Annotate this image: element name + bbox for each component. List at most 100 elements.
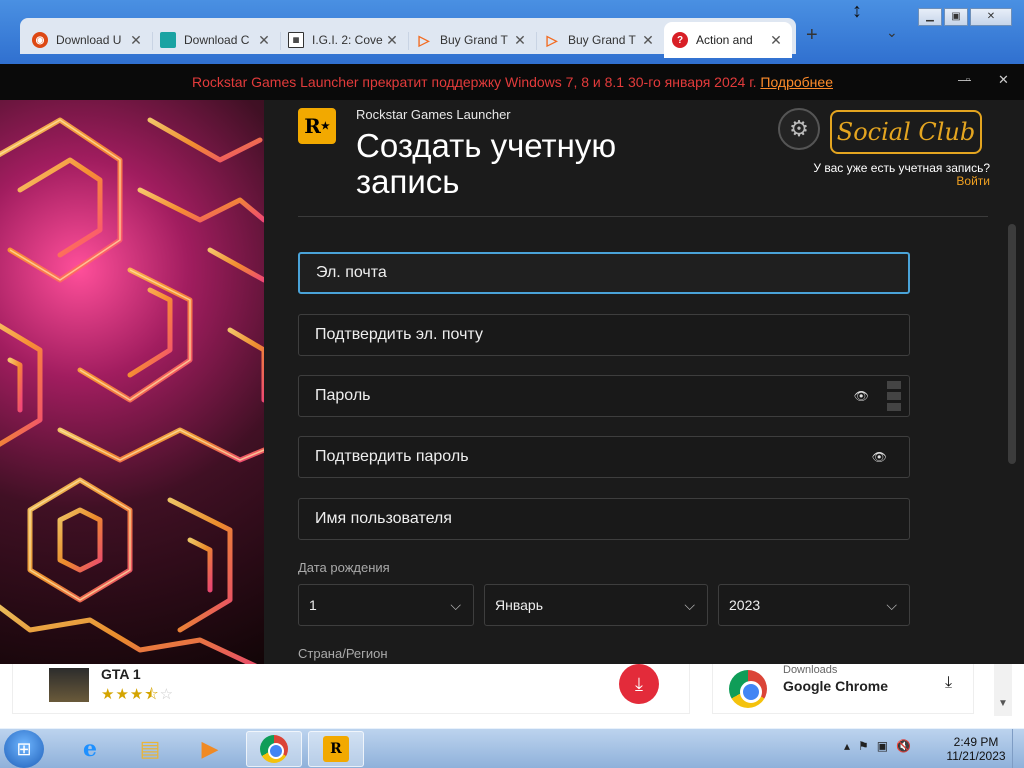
chrome-logo-icon [729, 670, 767, 708]
chevron-down-icon: ⌵ [684, 597, 695, 613]
maximize-button[interactable]: ▣ [944, 8, 968, 26]
username-placeholder: Имя пользователя [315, 510, 452, 527]
confirm-email-field[interactable]: Подтвердить эл. почту [298, 314, 910, 356]
close-icon[interactable]: ✕ [640, 32, 656, 49]
gta-card[interactable]: GTA 1 ★★★⯪☆ ⤓ [12, 664, 690, 714]
dob-day-select[interactable]: 1 ⌵ [298, 584, 474, 626]
banner-text: Rockstar Games Launcher прекратит поддер… [192, 74, 757, 90]
close-window-button[interactable]: ✕ [970, 8, 1012, 26]
tab-3[interactable]: ▦ I.G.I. 2: Cove ✕ [280, 22, 408, 58]
tab-1[interactable]: ◉ Download U ✕ [24, 22, 152, 58]
confirm-password-placeholder: Подтвердить пароль [315, 448, 469, 465]
chrome-download-card[interactable]: Downloads Google Chrome ⤓ [712, 664, 974, 714]
diamond-icon [160, 32, 176, 48]
volume-muted-icon[interactable]: 🔇 [896, 739, 911, 753]
promo-artwork [0, 100, 264, 664]
dob-day-value: 1 [309, 597, 317, 613]
tab-6-active[interactable]: ? Action and ✕ [664, 22, 792, 58]
close-icon[interactable]: ✕ [128, 32, 144, 49]
tab-4[interactable]: ▷ Buy Grand T ✕ [408, 22, 536, 58]
tab-5[interactable]: ▷ Buy Grand T ✕ [536, 22, 664, 58]
minimize-button[interactable]: ▁ [918, 8, 942, 26]
deprecation-banner: Rockstar Games Launcher прекратит поддер… [0, 64, 1024, 100]
clock-date: 11/21/2023 [946, 749, 1006, 763]
banner-message: Rockstar Games Launcher прекратит поддер… [192, 74, 833, 90]
action-center-flag-icon[interactable]: ⚑ [858, 739, 869, 753]
show-hidden-icons-icon[interactable]: ▴ [844, 739, 850, 753]
download-name: Google Chrome [783, 678, 889, 694]
email-field[interactable]: Эл. почта [298, 252, 910, 294]
page-scrollbar[interactable]: ▼ [994, 664, 1012, 716]
qr-icon: ▦ [288, 32, 304, 48]
header-divider [298, 216, 988, 217]
password-placeholder: Пароль [315, 387, 371, 404]
download-icon[interactable]: ⤓ [945, 674, 952, 692]
media-player-icon[interactable]: ▶ [182, 731, 238, 767]
dob-year-select[interactable]: 2023 ⌵ [718, 584, 910, 626]
location-icon: ? [672, 32, 688, 48]
app-name: Rockstar Games Launcher [356, 107, 511, 122]
system-tray: ▴ ⚑ ▣ 🔇 [844, 739, 919, 753]
launcher-maximize-button[interactable]: ▫ [966, 74, 970, 86]
country-label: Страна/Регион [298, 646, 388, 661]
ubuntu-icon: ◉ [32, 32, 48, 48]
confirm-password-field[interactable]: Подтвердить пароль 👁 [298, 436, 910, 478]
show-desktop-button[interactable] [1012, 729, 1024, 768]
tab-search-button[interactable]: ⌄ [886, 24, 898, 41]
rockstar-launcher-window: Rockstar Games Launcher прекратит поддер… [0, 64, 1024, 664]
close-icon[interactable]: ✕ [768, 32, 784, 49]
gta-thumbnail [49, 668, 89, 702]
tab-label: Action and [696, 33, 753, 47]
close-icon[interactable]: ✕ [512, 32, 528, 49]
banner-learn-more-link[interactable]: Подробнее [760, 74, 833, 90]
have-account-text: У вас уже есть учетная запись? [813, 161, 990, 175]
password-field[interactable]: Пароль 👁 [298, 375, 910, 417]
show-confirm-password-eye-icon[interactable]: 👁 [872, 450, 887, 464]
page-title: Создать учетную запись [356, 127, 617, 200]
background-webpage: GTA 1 ★★★⯪☆ ⤓ Downloads Google Chrome ⤓ … [0, 664, 1024, 728]
email-placeholder: Эл. почта [316, 264, 387, 281]
social-club-logo: Social Club [830, 110, 982, 154]
rockstar-taskbar-button[interactable]: R [308, 731, 364, 767]
tab-label: Download C [184, 33, 250, 47]
tab-label: Download U [56, 33, 122, 47]
close-icon[interactable]: ✕ [256, 32, 272, 49]
play-icon: ▷ [418, 31, 430, 48]
gta-title: GTA 1 [101, 666, 141, 682]
dob-label: Дата рождения [298, 560, 390, 575]
launcher-close-button[interactable]: ✕ [998, 72, 1009, 88]
neon-maze-art [0, 117, 264, 664]
start-button[interactable]: ⊞ [4, 730, 44, 768]
panel-scrollbar[interactable] [1008, 224, 1016, 464]
explorer-icon[interactable]: ▤ [122, 731, 178, 767]
dob-month-value: Январь [495, 597, 543, 613]
clock-time: 2:49 PM [953, 735, 999, 749]
tab-label: I.G.I. 2: Cove [312, 33, 383, 47]
network-icon[interactable]: ▣ [877, 739, 888, 753]
chevron-down-icon: ⌵ [450, 597, 461, 613]
resize-cursor-icon: ↕ [852, 0, 862, 22]
download-icon[interactable]: ⤓ [619, 664, 659, 704]
dob-month-select[interactable]: Январь ⌵ [484, 584, 708, 626]
tab-2[interactable]: Download C ✕ [152, 22, 280, 58]
username-field[interactable]: Имя пользователя [298, 498, 910, 540]
clock[interactable]: 2:49 PM 11/21/2023 [944, 735, 1008, 763]
confirm-email-placeholder: Подтвердить эл. почту [315, 326, 483, 343]
ie-icon[interactable]: e [62, 731, 118, 767]
new-tab-button[interactable]: + [806, 24, 818, 47]
play-icon: ▷ [546, 31, 558, 48]
download-category: Downloads [783, 664, 838, 676]
rockstar-icon: R [323, 736, 349, 762]
windows-taskbar: ⊞ e ▤ ▶ R ▴ ⚑ ▣ 🔇 2:49 PM 11/21/2023 [0, 728, 1024, 768]
signup-panel: R ★ Rockstar Games Launcher Создать учетн… [264, 100, 1024, 664]
rating-stars: ★★★⯪☆ [101, 686, 175, 703]
show-password-eye-icon[interactable]: 👁 [854, 389, 869, 403]
rockstar-logo-icon: R ★ [298, 108, 336, 144]
window-controls: ▁ ▣ ✕ [916, 8, 1012, 26]
tab-label: Buy Grand T [440, 33, 508, 47]
dob-year-value: 2023 [729, 597, 761, 613]
settings-gear-icon[interactable]: ⚙ [778, 108, 820, 150]
chrome-taskbar-button[interactable] [246, 731, 302, 767]
close-icon[interactable]: ✕ [384, 32, 400, 49]
login-link[interactable]: Войти [956, 174, 990, 188]
